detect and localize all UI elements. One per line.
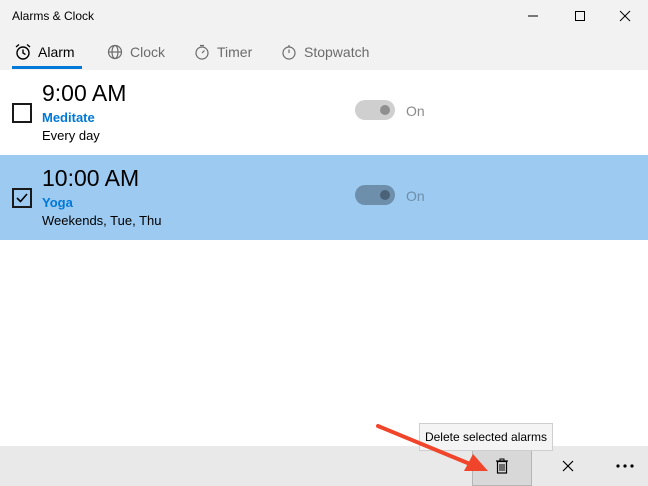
timer-icon bbox=[193, 43, 211, 61]
more-icon bbox=[616, 464, 634, 468]
cancel-button[interactable] bbox=[538, 446, 598, 486]
alarm-icon bbox=[14, 43, 32, 61]
toggle-knob bbox=[380, 105, 390, 115]
maximize-icon bbox=[575, 11, 585, 21]
globe-icon bbox=[106, 43, 124, 61]
tab-timer-label: Timer bbox=[217, 44, 253, 60]
alarm-time: 9:00 AM bbox=[42, 80, 127, 106]
alarm-repeat: Weekends, Tue, Thu bbox=[42, 213, 162, 228]
window-title: Alarms & Clock bbox=[12, 9, 95, 23]
alarm-name: Yoga bbox=[42, 195, 73, 210]
maximize-button[interactable] bbox=[557, 0, 603, 32]
more-button[interactable] bbox=[595, 446, 648, 486]
alarm-toggle[interactable] bbox=[355, 185, 395, 205]
toggle-knob bbox=[380, 190, 390, 200]
tab-stopwatch-label: Stopwatch bbox=[304, 44, 370, 60]
close-icon bbox=[619, 10, 631, 22]
checkmark-icon bbox=[16, 193, 28, 203]
alarm-select-checkbox[interactable] bbox=[12, 188, 32, 208]
alarm-select-checkbox[interactable] bbox=[12, 103, 32, 123]
tab-alarm-label: Alarm bbox=[38, 44, 75, 60]
tab-clock[interactable]: Clock bbox=[106, 38, 165, 66]
alarm-toggle-label: On bbox=[406, 103, 425, 119]
close-icon bbox=[562, 460, 574, 472]
annotation-arrow-icon bbox=[376, 424, 488, 471]
stopwatch-icon bbox=[280, 43, 298, 61]
alarm-time: 10:00 AM bbox=[42, 165, 140, 191]
minimize-icon bbox=[528, 15, 538, 17]
alarm-item-yoga[interactable]: 10:00 AM Yoga Weekends, Tue, Thu On bbox=[0, 155, 648, 240]
tab-timer[interactable]: Timer bbox=[193, 38, 252, 66]
alarm-item-meditate[interactable]: 9:00 AM Meditate Every day On bbox=[0, 70, 648, 155]
active-tab-indicator bbox=[12, 66, 82, 69]
tab-bar: Alarm Clock Timer Stopwatch bbox=[0, 32, 648, 70]
minimize-button[interactable] bbox=[510, 0, 556, 32]
alarm-name: Meditate bbox=[42, 110, 95, 125]
tab-alarm[interactable]: Alarm bbox=[14, 38, 75, 66]
close-button[interactable] bbox=[602, 0, 648, 32]
tab-stopwatch[interactable]: Stopwatch bbox=[280, 38, 369, 66]
alarm-repeat: Every day bbox=[42, 128, 100, 143]
alarm-toggle[interactable] bbox=[355, 100, 395, 120]
title-bar: Alarms & Clock bbox=[0, 0, 648, 32]
tab-clock-label: Clock bbox=[130, 44, 166, 60]
alarm-toggle-label: On bbox=[406, 188, 425, 204]
